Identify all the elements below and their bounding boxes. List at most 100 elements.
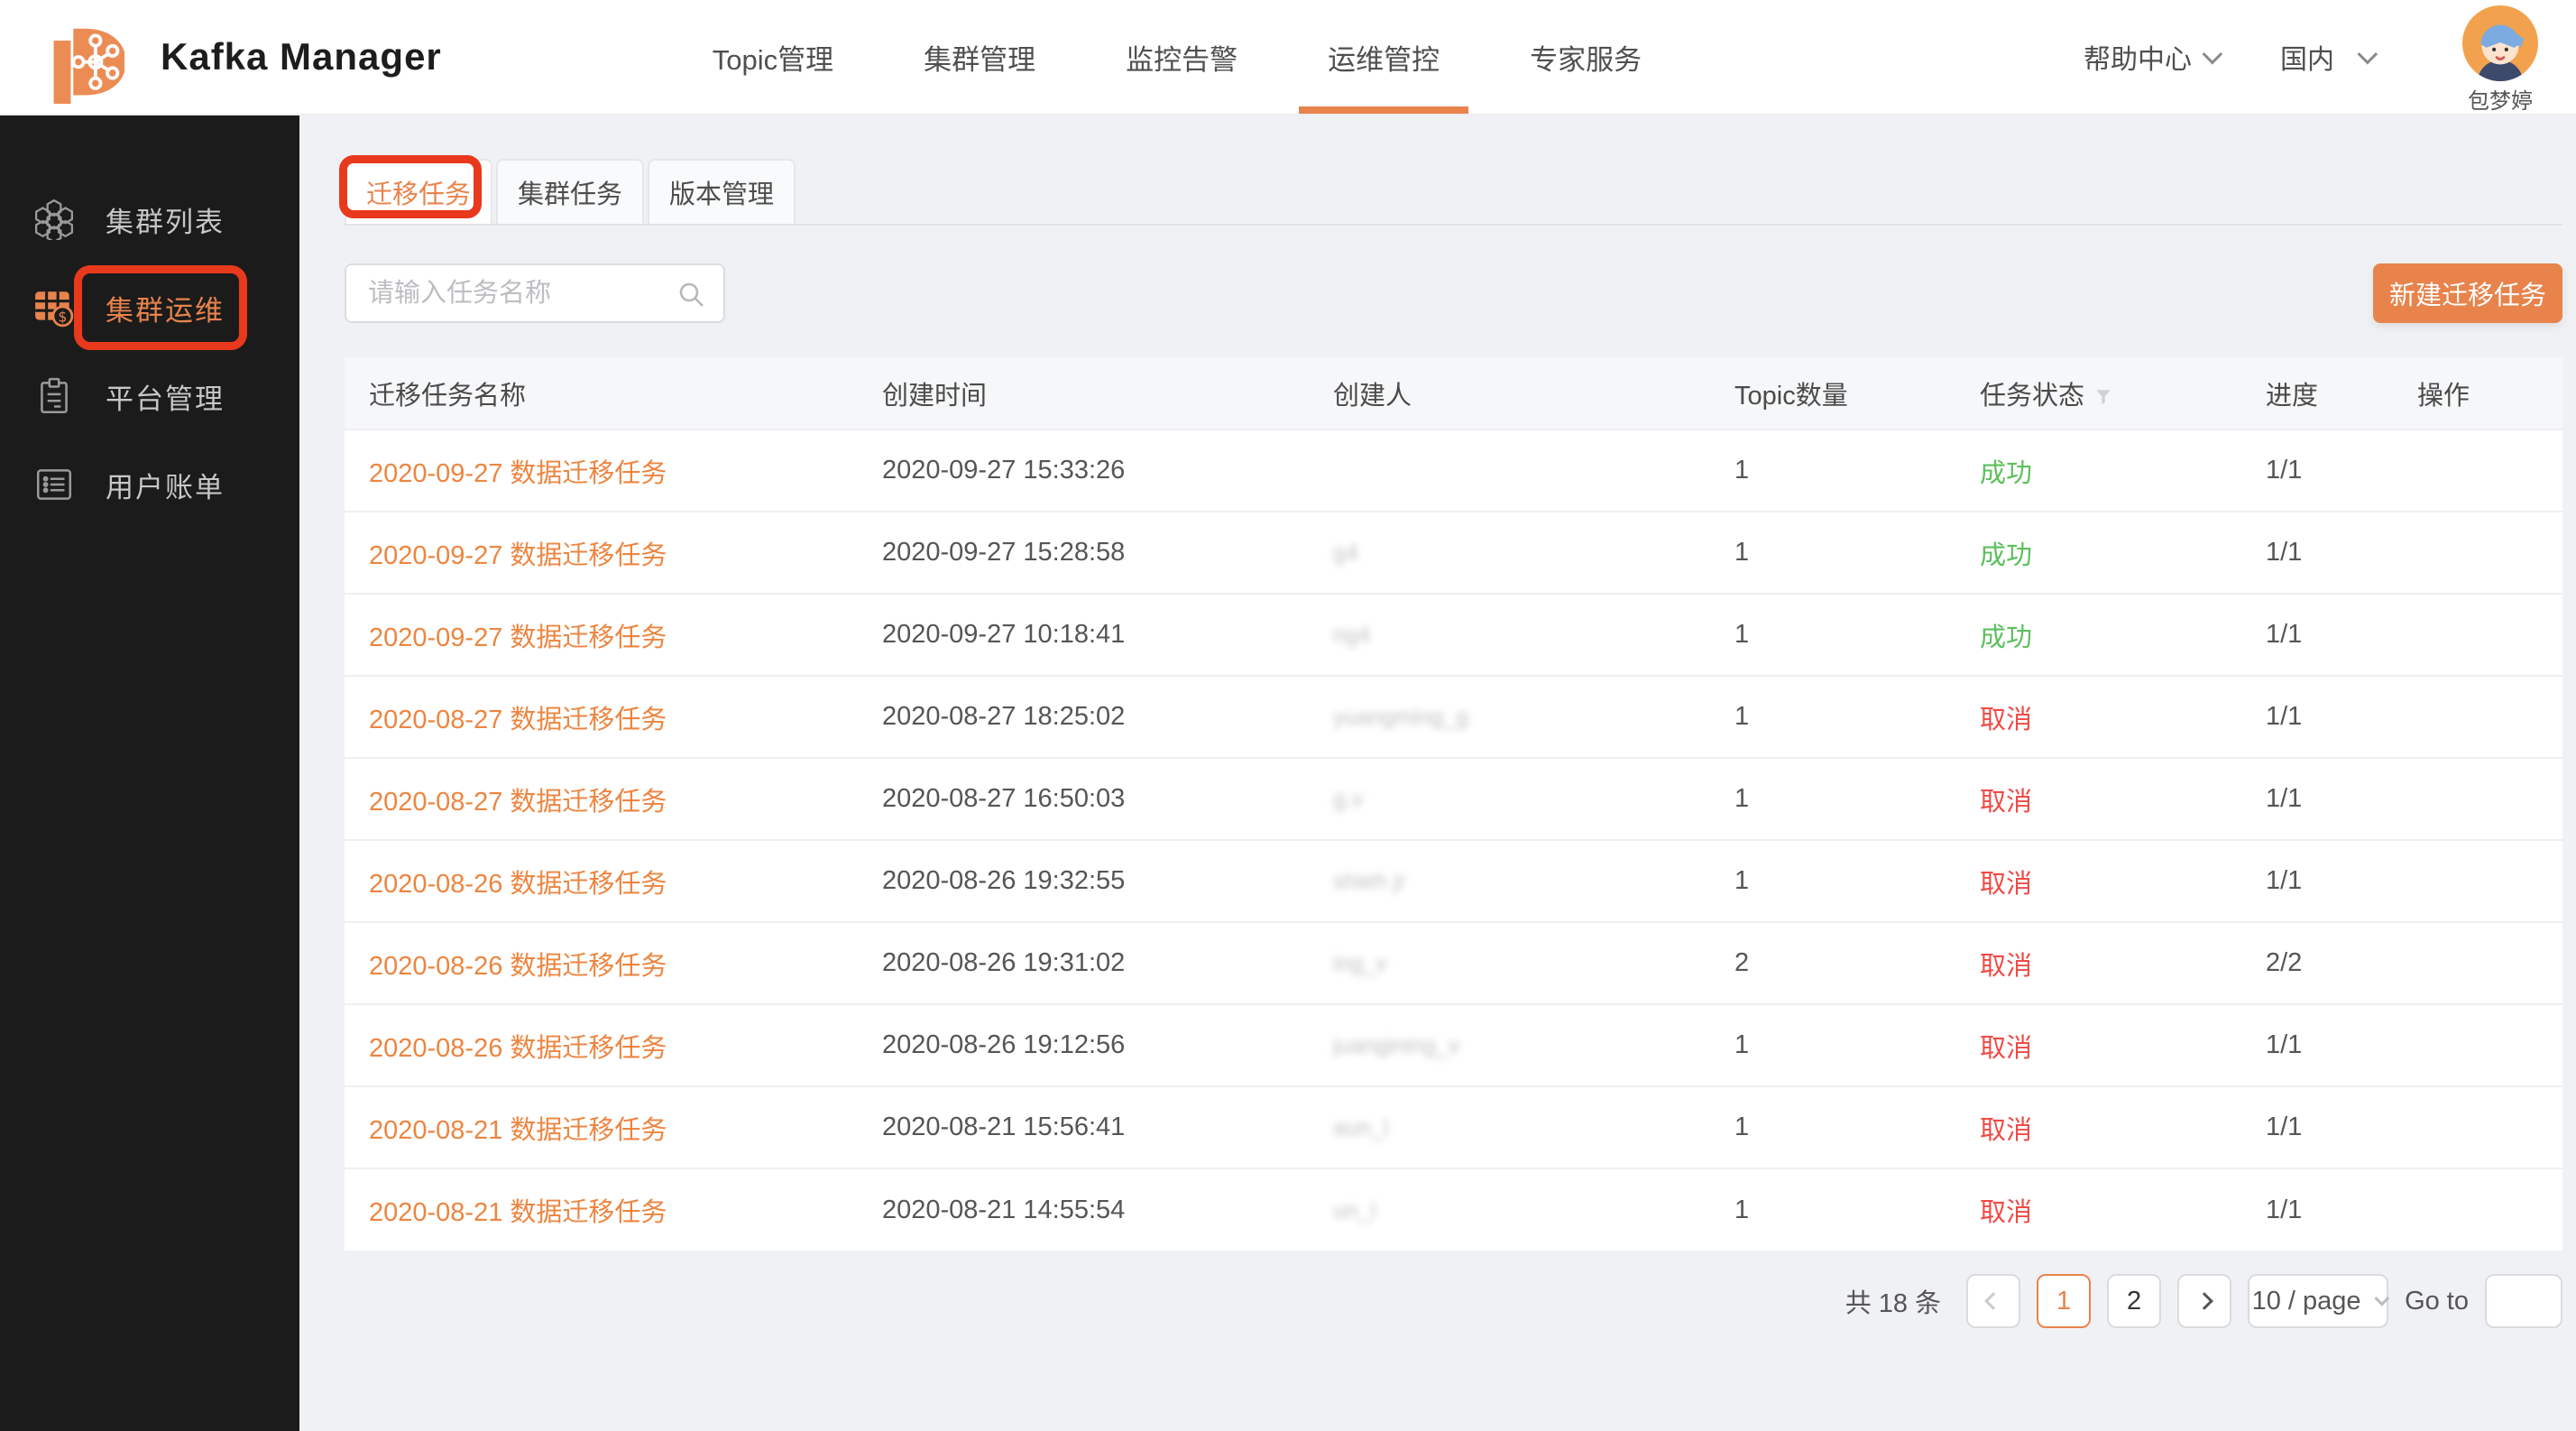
table-row: 2020-08-21 数据迁移任务 2020-08-21 15:56:41 au…: [345, 1086, 2562, 1168]
nav-monitor-alert[interactable]: 监控告警: [1081, 0, 1283, 114]
page-size-select[interactable]: 10 / page: [2248, 1274, 2388, 1328]
created-time: 2020-08-27 18:25:02: [882, 676, 1333, 758]
table-row: 2020-08-26 数据迁移任务 2020-08-26 19:12:56 ju…: [345, 1004, 2562, 1086]
table-row: 2020-08-21 数据迁移任务 2020-08-21 14:55:54 un…: [345, 1168, 2562, 1251]
progress: 1/1: [2266, 512, 2417, 594]
chevron-left-icon: [1984, 1292, 2002, 1310]
progress: 1/1: [2266, 1168, 2417, 1251]
creator: yuangming_g: [1333, 705, 1468, 730]
avatar: [2462, 5, 2538, 81]
created-time: 2020-08-26 19:12:56: [882, 1004, 1333, 1086]
creator: ng4: [1333, 623, 1371, 648]
nav-ops-control[interactable]: 运维管控: [1283, 0, 1485, 114]
actions-cell: [2417, 1004, 2562, 1086]
billing-grid-icon: $: [33, 287, 75, 328]
tab-cluster-tasks[interactable]: 集群任务: [496, 159, 644, 224]
created-time: 2020-09-27 15:33:26: [882, 429, 1333, 512]
actions-cell: [2417, 512, 2562, 594]
task-name-link[interactable]: 2020-08-21 数据迁移任务: [369, 1198, 667, 1227]
tab-migration-tasks[interactable]: 迁移任务: [345, 159, 492, 224]
progress: 1/1: [2266, 1004, 2417, 1086]
created-time: 2020-08-27 16:50:03: [882, 758, 1333, 840]
topic-count: 1: [1734, 429, 1980, 512]
table-row: 2020-08-27 数据迁移任务 2020-08-27 18:25:02 yu…: [345, 676, 2562, 758]
status-badge: 成功: [1980, 623, 2032, 652]
pagination-page-1[interactable]: 1: [2037, 1274, 2091, 1328]
task-name-link[interactable]: 2020-09-27 数据迁移任务: [369, 623, 667, 652]
search-icon[interactable]: [676, 280, 707, 310]
topic-count: 1: [1734, 676, 1980, 758]
sidebar-item-cluster-ops[interactable]: $ 集群运维: [0, 263, 299, 352]
sidebar-item-platform-management[interactable]: 平台管理: [0, 352, 299, 440]
progress: 1/1: [2266, 429, 2417, 512]
pagination: 共 18 条 1 2 10 / page Go to: [345, 1274, 2562, 1328]
col-task-status: 任务状态: [1980, 357, 2266, 429]
topic-count: 1: [1734, 1168, 1980, 1251]
sidebar-item-user-billing[interactable]: 用户账单: [0, 440, 299, 529]
user-menu[interactable]: 包梦婷: [2462, 5, 2538, 115]
task-name-link[interactable]: 2020-08-26 数据迁移任务: [369, 952, 667, 981]
filter-icon[interactable]: [2093, 387, 2113, 407]
status-badge: 取消: [1980, 1116, 2032, 1145]
sidebar-item-cluster-list[interactable]: 集群列表: [0, 175, 299, 263]
status-badge: 成功: [1980, 459, 2032, 488]
created-time: 2020-08-26 19:31:02: [882, 922, 1333, 1004]
progress: 1/1: [2266, 1086, 2417, 1168]
status-badge: 取消: [1980, 870, 2032, 899]
creator: ing_v: [1333, 951, 1387, 976]
tab-bar: 迁移任务 集群任务 版本管理: [345, 159, 2562, 226]
task-name-link[interactable]: 2020-08-21 数据迁移任务: [369, 1116, 667, 1145]
help-center-menu[interactable]: 帮助中心: [2084, 37, 2217, 77]
topic-count: 1: [1734, 758, 1980, 840]
table-row: 2020-08-26 数据迁移任务 2020-08-26 19:31:02 in…: [345, 922, 2562, 1004]
topic-count: 1: [1734, 1004, 1980, 1086]
task-name-link[interactable]: 2020-08-27 数据迁移任务: [369, 706, 667, 734]
topic-count: 1: [1734, 594, 1980, 676]
new-migration-task-button[interactable]: 新建迁移任务: [2373, 263, 2562, 323]
col-creator: 创建人: [1333, 357, 1734, 429]
creator: g.v: [1333, 787, 1363, 812]
task-name-link[interactable]: 2020-08-26 数据迁移任务: [369, 870, 667, 899]
created-time: 2020-09-27 10:18:41: [882, 594, 1333, 676]
task-search: [345, 263, 725, 323]
migration-task-table-panel: 迁移任务名称 创建时间 创建人 Topic数量 任务状态 进度 操作 2020-…: [345, 357, 2562, 1251]
task-name-link[interactable]: 2020-08-26 数据迁移任务: [369, 1034, 667, 1063]
task-name-link[interactable]: 2020-09-27 数据迁移任务: [369, 459, 667, 488]
nav-topic-management[interactable]: Topic管理: [667, 0, 879, 114]
pagination-page-2[interactable]: 2: [2107, 1274, 2161, 1328]
clipboard-icon: [33, 375, 75, 417]
pagination-next-button[interactable]: [2177, 1274, 2231, 1328]
main-content: 迁移任务 集群任务 版本管理 新建迁移任务 迁移任务名称 创建时间 创建人 To…: [299, 115, 2576, 1431]
chevron-down-icon: [2203, 44, 2223, 65]
progress: 1/1: [2266, 840, 2417, 922]
created-time: 2020-09-27 15:28:58: [882, 512, 1333, 594]
search-input[interactable]: [346, 265, 723, 321]
creator: shieh jr: [1333, 869, 1406, 894]
sidebar: 集群列表 $ 集群运维 平台管理 用户账单: [0, 115, 299, 1431]
nav-cluster-management[interactable]: 集群管理: [879, 0, 1081, 114]
table-row: 2020-09-27 数据迁移任务 2020-09-27 15:33:26 1 …: [345, 429, 2562, 512]
status-badge: 取消: [1980, 1034, 2032, 1063]
task-name-link[interactable]: 2020-09-27 数据迁移任务: [369, 541, 667, 570]
status-badge: 成功: [1980, 541, 2032, 570]
status-badge: 取消: [1980, 952, 2032, 981]
username: 包梦婷: [2468, 83, 2533, 115]
table-row: 2020-08-27 数据迁移任务 2020-08-27 16:50:03 g.…: [345, 758, 2562, 840]
tab-version-management[interactable]: 版本管理: [648, 159, 796, 224]
topic-count: 2: [1734, 922, 1980, 1004]
progress: 1/1: [2266, 758, 2417, 840]
col-task-name: 迁移任务名称: [345, 357, 882, 429]
actions-cell: [2417, 922, 2562, 1004]
actions-cell: [2417, 429, 2562, 512]
actions-cell: [2417, 594, 2562, 676]
nav-expert-service[interactable]: 专家服务: [1485, 0, 1687, 114]
region-selector[interactable]: 国内: [2280, 37, 2372, 77]
creator: un_l: [1333, 1198, 1375, 1223]
table-header-row: 迁移任务名称 创建时间 创建人 Topic数量 任务状态 进度 操作: [345, 357, 2562, 429]
task-name-link[interactable]: 2020-08-27 数据迁移任务: [369, 788, 667, 817]
progress: 1/1: [2266, 594, 2417, 676]
pagination-prev-button[interactable]: [1966, 1274, 2020, 1328]
goto-page-input[interactable]: [2485, 1274, 2562, 1328]
actions-cell: [2417, 758, 2562, 840]
goto-label: Go to: [2405, 1287, 2469, 1316]
